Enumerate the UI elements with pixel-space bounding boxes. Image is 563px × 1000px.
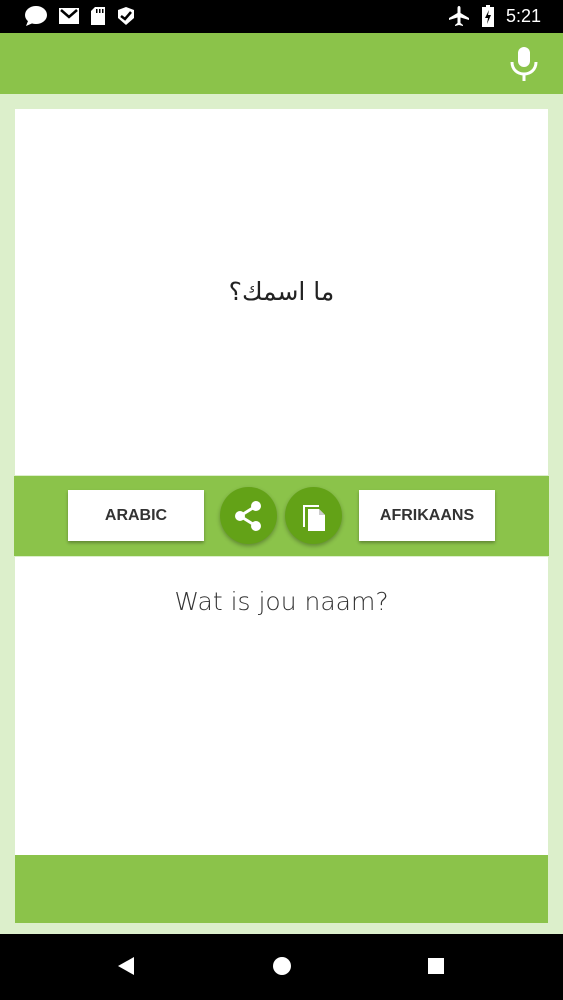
gmail-icon	[59, 8, 79, 24]
source-language-button[interactable]: ARABIC	[68, 490, 204, 541]
status-bar: 5:21	[0, 0, 563, 33]
target-text: Wat is jou naam?	[174, 587, 389, 616]
copy-icon	[302, 504, 325, 531]
source-text: ما اسمك؟	[228, 277, 335, 306]
battery-icon	[481, 5, 494, 27]
source-panel[interactable]: ما اسمك؟	[15, 109, 548, 475]
microphone-icon[interactable]	[507, 46, 541, 82]
check-badge-icon	[118, 7, 134, 25]
sd-card-icon	[91, 7, 105, 25]
airplane-icon	[448, 6, 469, 26]
copy-button[interactable]	[285, 487, 342, 544]
home-icon[interactable]	[272, 956, 292, 976]
target-panel: Wat is jou naam?	[15, 557, 548, 855]
status-time: 5:21	[505, 5, 541, 26]
back-icon[interactable]	[117, 956, 135, 976]
navigation-bar	[0, 934, 563, 1000]
share-icon	[234, 500, 261, 531]
bottom-bar	[15, 855, 548, 923]
chat-bubble-icon	[25, 6, 47, 26]
recents-icon[interactable]	[427, 956, 445, 976]
app-bar	[0, 33, 563, 94]
target-language-button[interactable]: AFRIKAANS	[359, 490, 495, 541]
share-button[interactable]	[220, 487, 277, 544]
controls-bar: ARABIC AFRIKAANS	[14, 476, 549, 556]
